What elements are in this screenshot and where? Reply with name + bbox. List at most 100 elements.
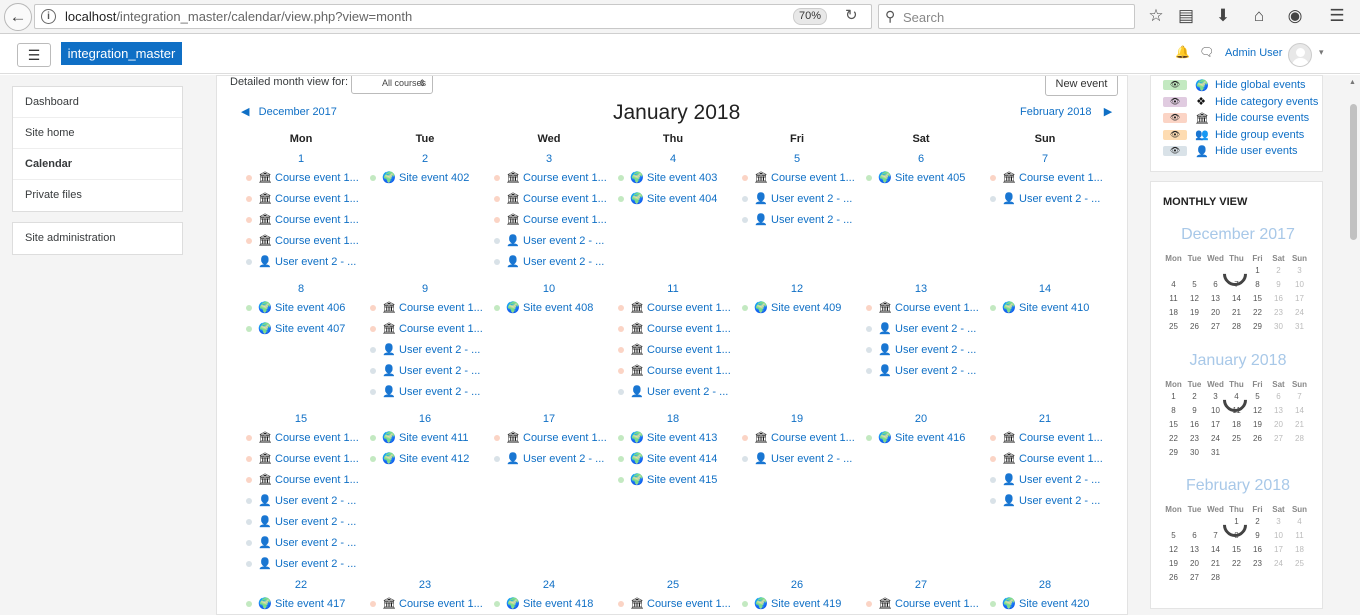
- mini-day[interactable]: 10: [1268, 529, 1289, 543]
- event-name-link[interactable]: Course event 1...: [1019, 172, 1103, 184]
- event-name-link[interactable]: Site event 410: [1019, 302, 1089, 314]
- mini-day[interactable]: 21: [1289, 418, 1310, 432]
- mini-day[interactable]: 22: [1163, 432, 1184, 446]
- calendar-event[interactable]: 🌍 Site event 408: [487, 297, 611, 318]
- mini-day[interactable]: 21: [1226, 306, 1247, 320]
- event-name-link[interactable]: Course event 1...: [895, 302, 979, 314]
- next-month-link[interactable]: February 2018 ▶: [1020, 105, 1112, 118]
- event-name-link[interactable]: User event 2 - ...: [771, 453, 852, 465]
- reload-icon[interactable]: ↻: [845, 6, 858, 24]
- event-name-link[interactable]: User event 2 - ...: [523, 256, 604, 268]
- mini-day[interactable]: 26: [1247, 432, 1268, 446]
- calendar-event[interactable]: 🏛Course event 1...: [983, 167, 1107, 188]
- calendar-event[interactable]: 🌍 Site event 404: [611, 188, 735, 209]
- mini-day[interactable]: 28: [1289, 432, 1310, 446]
- event-name-link[interactable]: User event 2 - ...: [275, 537, 356, 549]
- event-name-link[interactable]: User event 2 - ...: [1019, 193, 1100, 205]
- mini-day[interactable]: 12: [1163, 543, 1184, 557]
- mini-day[interactable]: 14: [1205, 543, 1226, 557]
- scrollbar-thumb[interactable]: [1350, 104, 1357, 240]
- event-name-link[interactable]: User event 2 - ...: [275, 516, 356, 528]
- calendar-event[interactable]: 👤User event 2 - ...: [239, 532, 363, 553]
- mini-day[interactable]: 5: [1184, 278, 1205, 292]
- event-name-link[interactable]: User event 2 - ...: [1019, 474, 1100, 486]
- calendar-event[interactable]: 👤User event 2 - ...: [487, 448, 611, 469]
- event-name-link[interactable]: User event 2 - ...: [275, 558, 356, 570]
- mini-day[interactable]: 2: [1268, 264, 1289, 278]
- nav-item-private-files[interactable]: Private files: [13, 180, 182, 211]
- legend-hide-link[interactable]: Hide course events: [1215, 112, 1309, 124]
- user-name[interactable]: Admin User: [1225, 47, 1282, 59]
- calendar-event[interactable]: 🌍 Site event 409: [735, 297, 859, 318]
- day-number-link[interactable]: 4: [611, 150, 735, 167]
- mini-day[interactable]: 29: [1163, 446, 1184, 460]
- event-name-link[interactable]: Course event 1...: [771, 172, 855, 184]
- mini-day[interactable]: 20: [1268, 418, 1289, 432]
- mini-day[interactable]: 23: [1184, 432, 1205, 446]
- mini-day[interactable]: 19: [1184, 306, 1205, 320]
- day-number-link[interactable]: 19: [735, 410, 859, 427]
- day-number-link[interactable]: 25: [611, 576, 735, 593]
- calendar-event[interactable]: 👤User event 2 - ...: [239, 490, 363, 511]
- event-name-link[interactable]: Course event 1...: [647, 598, 731, 610]
- back-arrow-icon[interactable]: ←: [4, 3, 32, 31]
- calendar-event[interactable]: 🌍 Site event 414: [611, 448, 735, 469]
- day-number-link[interactable]: 22: [239, 576, 363, 593]
- nav-item-site-administration[interactable]: Site administration: [13, 223, 182, 254]
- mini-day[interactable]: 2: [1247, 515, 1268, 529]
- prev-month-link[interactable]: ◀ December 2017: [241, 105, 337, 118]
- calendar-event[interactable]: 👤User event 2 - ...: [859, 318, 983, 339]
- info-icon[interactable]: i: [41, 9, 56, 24]
- event-name-link[interactable]: Course event 1...: [523, 214, 607, 226]
- calendar-event[interactable]: 🏛Course event 1...: [983, 427, 1107, 448]
- day-number-link[interactable]: 6: [859, 150, 983, 167]
- day-number-link[interactable]: 13: [859, 280, 983, 297]
- mini-day[interactable]: 15: [1226, 543, 1247, 557]
- mini-day[interactable]: 15: [1247, 292, 1268, 306]
- nav-item-calendar[interactable]: Calendar: [13, 149, 182, 180]
- mini-day[interactable]: 20: [1205, 306, 1226, 320]
- calendar-event[interactable]: 👤User event 2 - ...: [611, 381, 735, 402]
- event-name-link[interactable]: Course event 1...: [647, 365, 731, 377]
- calendar-event[interactable]: 🌍 Site event 413: [611, 427, 735, 448]
- calendar-event[interactable]: 🏛Course event 1...: [487, 427, 611, 448]
- calendar-event[interactable]: 🏛Course event 1...: [363, 297, 487, 318]
- event-name-link[interactable]: User event 2 - ...: [771, 214, 852, 226]
- mini-day[interactable]: 8: [1247, 278, 1268, 292]
- event-name-link[interactable]: Course event 1...: [399, 302, 483, 314]
- calendar-event[interactable]: 🏛Course event 1...: [859, 593, 983, 614]
- calendar-event[interactable]: 🌍 Site event 418: [487, 593, 611, 614]
- event-name-link[interactable]: Site event 409: [771, 302, 841, 314]
- mini-day[interactable]: 14: [1226, 292, 1247, 306]
- day-number-link[interactable]: 27: [859, 576, 983, 593]
- eye-icon[interactable]: 👁: [1163, 113, 1187, 124]
- calendar-event[interactable]: 🌍 Site event 420: [983, 593, 1107, 614]
- calendar-event[interactable]: 🏛Course event 1...: [983, 448, 1107, 469]
- bell-icon[interactable]: 🔔: [1175, 45, 1190, 59]
- page-scrollbar[interactable]: ▲: [1346, 75, 1360, 615]
- mini-day[interactable]: 11: [1163, 292, 1184, 306]
- legend-hide-link[interactable]: Hide user events: [1215, 145, 1298, 157]
- mini-day[interactable]: 9: [1184, 404, 1205, 418]
- course-select[interactable]: All courses ⇕: [351, 76, 433, 94]
- browser-search-box[interactable]: ⚲ Search: [878, 4, 1135, 29]
- eye-icon[interactable]: 👁: [1163, 146, 1187, 157]
- event-name-link[interactable]: Course event 1...: [647, 344, 731, 356]
- event-name-link[interactable]: Course event 1...: [647, 323, 731, 335]
- day-number-link[interactable]: 23: [363, 576, 487, 593]
- event-name-link[interactable]: Site event 414: [647, 453, 717, 465]
- scroll-up-icon[interactable]: ▲: [1349, 79, 1356, 86]
- mini-day[interactable]: 4: [1289, 515, 1310, 529]
- site-brand[interactable]: integration_master: [61, 42, 182, 65]
- calendar-event[interactable]: 🏛Course event 1...: [611, 297, 735, 318]
- mini-day[interactable]: 11: [1289, 529, 1310, 543]
- event-name-link[interactable]: Course event 1...: [275, 172, 359, 184]
- day-number-link[interactable]: 18: [611, 410, 735, 427]
- day-number-link[interactable]: 16: [363, 410, 487, 427]
- event-name-link[interactable]: User event 2 - ...: [523, 453, 604, 465]
- mini-day[interactable]: 8: [1163, 404, 1184, 418]
- mini-day[interactable]: 6: [1184, 529, 1205, 543]
- calendar-event[interactable]: 🌍 Site event 415: [611, 469, 735, 490]
- mini-day[interactable]: 23: [1268, 306, 1289, 320]
- nav-item-dashboard[interactable]: Dashboard: [13, 87, 182, 118]
